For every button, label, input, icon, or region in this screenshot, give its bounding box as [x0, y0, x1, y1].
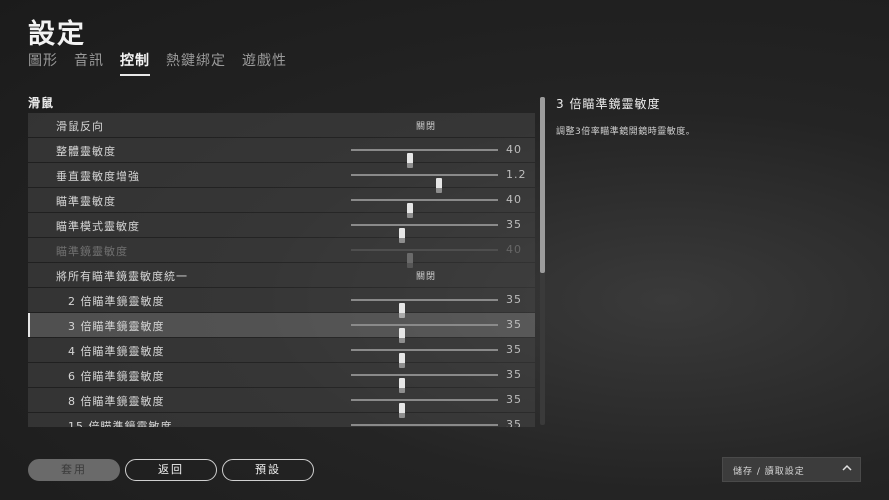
- scrollbar-thumb[interactable]: [540, 97, 545, 273]
- setting-row[interactable]: 瞄準模式靈敏度 35: [28, 213, 535, 243]
- settings-list: 滑鼠反向 關閉 整體靈敏度 40 垂直靈敏度增強 1.2 瞄準靈敏度 40 瞄準模式靈敏度 35 瞄…: [28, 113, 535, 427]
- save-load-label: 儲存 / 讀取設定: [733, 467, 805, 477]
- slider-track[interactable]: [351, 299, 498, 318]
- setting-row[interactable]: 瞄準靈敏度 40: [28, 188, 535, 218]
- setting-row[interactable]: 6 倍瞄準鏡靈敏度 35: [28, 363, 535, 393]
- setting-label: 瞄準模式靈敏度: [56, 220, 140, 233]
- setting-row[interactable]: 將所有瞄準鏡靈敏度統一 關閉: [28, 263, 535, 287]
- slider-value: 40: [506, 143, 522, 156]
- default-button[interactable]: 預設: [222, 459, 314, 481]
- chevron-up-icon: [842, 464, 852, 471]
- slider-track[interactable]: [351, 224, 498, 243]
- slider-value: 35: [506, 343, 522, 356]
- tab-controls[interactable]: 控制: [120, 50, 150, 76]
- setting-row[interactable]: 3 倍瞄準鏡靈敏度 35: [28, 313, 535, 343]
- setting-toggle-value[interactable]: 關閉: [416, 119, 436, 132]
- slider-value: 35: [506, 393, 522, 406]
- slider-track: [351, 249, 498, 268]
- settings-scrollbar[interactable]: [540, 97, 545, 425]
- setting-row[interactable]: 4 倍瞄準鏡靈敏度 35: [28, 338, 535, 368]
- setting-row: 瞄準鏡靈敏度 40: [28, 238, 535, 268]
- slider-track[interactable]: [351, 174, 498, 193]
- setting-row[interactable]: 滑鼠反向 關閉: [28, 113, 535, 137]
- slider-value: 35: [506, 368, 522, 381]
- back-button[interactable]: 返回: [125, 459, 217, 481]
- setting-label: 6 倍瞄準鏡靈敏度: [68, 370, 165, 383]
- slider-value: 35: [506, 218, 522, 231]
- setting-row[interactable]: 整體靈敏度 40: [28, 138, 535, 168]
- setting-label: 4 倍瞄準鏡靈敏度: [68, 345, 165, 358]
- setting-toggle-value[interactable]: 關閉: [416, 269, 436, 282]
- settings-tabs: 圖形 音訊 控制 熱鍵綁定 遊戲性: [28, 50, 303, 76]
- setting-label: 將所有瞄準鏡靈敏度統一: [56, 270, 188, 283]
- slider-track[interactable]: [351, 374, 498, 393]
- setting-row[interactable]: 15 倍瞄準鏡靈敏度 35: [28, 413, 535, 427]
- slider-value: 35: [506, 418, 522, 427]
- tab-gameplay[interactable]: 遊戲性: [242, 50, 287, 74]
- setting-label: 垂直靈敏度增強: [56, 170, 140, 183]
- slider-track[interactable]: [351, 399, 498, 418]
- setting-row[interactable]: 垂直靈敏度增強 1.2: [28, 163, 535, 193]
- setting-label: 滑鼠反向: [56, 120, 104, 133]
- slider-track[interactable]: [351, 149, 498, 168]
- setting-label: 15 倍瞄準鏡靈敏度: [68, 420, 173, 427]
- tab-audio[interactable]: 音訊: [74, 50, 104, 74]
- detail-description: 調整3倍率瞄準鏡開鏡時靈敏度。: [556, 127, 696, 137]
- tab-graphics[interactable]: 圖形: [28, 50, 58, 74]
- apply-button[interactable]: 套用: [28, 459, 120, 481]
- setting-row[interactable]: 2 倍瞄準鏡靈敏度 35: [28, 288, 535, 318]
- setting-row[interactable]: 8 倍瞄準鏡靈敏度 35: [28, 388, 535, 418]
- setting-label: 整體靈敏度: [56, 145, 116, 158]
- detail-title: 3 倍瞄準鏡靈敏度: [556, 97, 661, 111]
- slider-value: 1.2: [506, 168, 527, 181]
- slider-value: 40: [506, 193, 522, 206]
- tab-keybindings[interactable]: 熱鍵綁定: [166, 50, 226, 74]
- slider-track[interactable]: [351, 349, 498, 368]
- setting-label: 3 倍瞄準鏡靈敏度: [68, 320, 165, 333]
- save-load-settings-button[interactable]: 儲存 / 讀取設定: [722, 457, 861, 482]
- slider-value: 35: [506, 318, 522, 331]
- slider-track[interactable]: [351, 424, 498, 426]
- setting-label: 2 倍瞄準鏡靈敏度: [68, 295, 165, 308]
- slider-track[interactable]: [351, 324, 498, 343]
- setting-label: 瞄準鏡靈敏度: [56, 245, 128, 258]
- setting-label: 8 倍瞄準鏡靈敏度: [68, 395, 165, 408]
- setting-label: 瞄準靈敏度: [56, 195, 116, 208]
- page-title: 設定: [28, 19, 86, 50]
- slider-value: 35: [506, 293, 522, 306]
- slider-value: 40: [506, 243, 522, 256]
- section-title-mouse: 滑鼠: [28, 96, 55, 110]
- slider-track[interactable]: [351, 199, 498, 218]
